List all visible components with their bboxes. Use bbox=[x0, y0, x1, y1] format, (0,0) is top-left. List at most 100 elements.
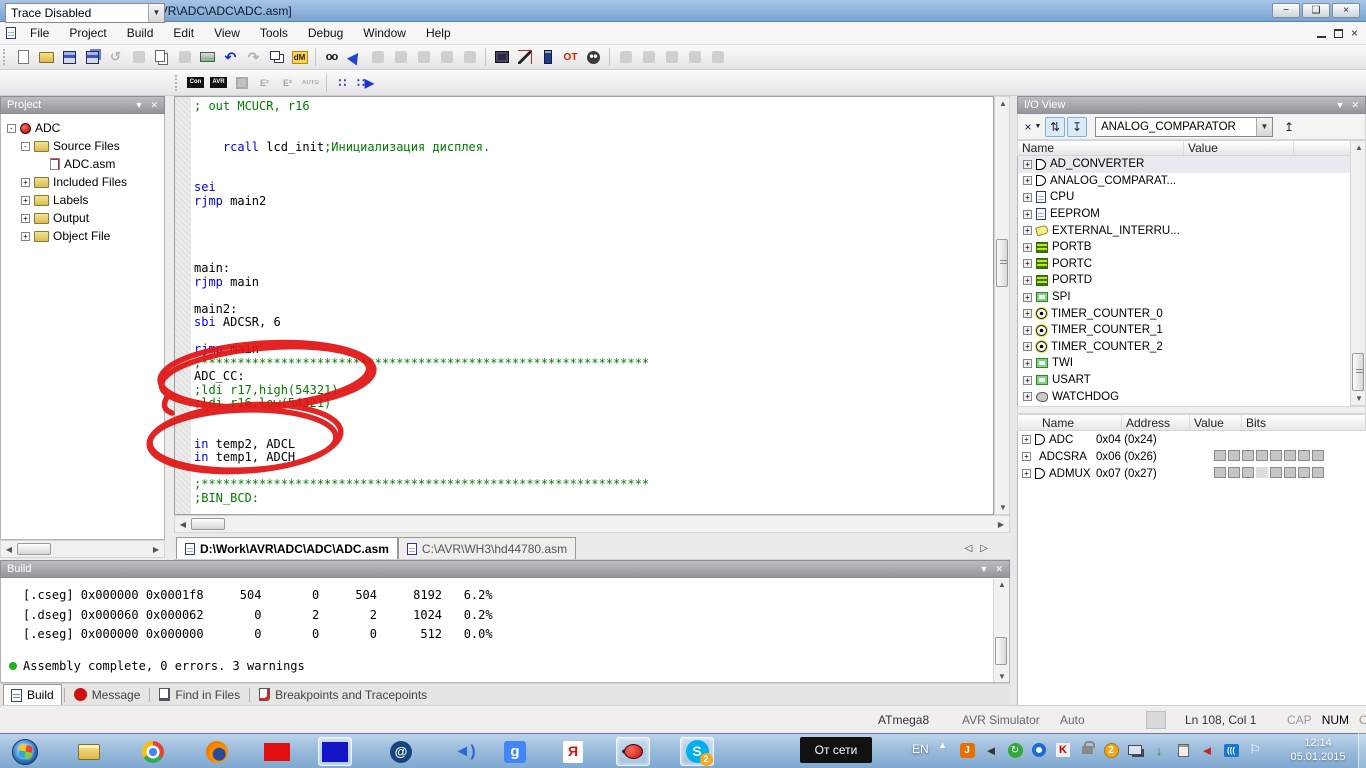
tray-wireless-icon[interactable]: ((( bbox=[1222, 741, 1240, 759]
tray-emsisoft-icon[interactable] bbox=[1030, 741, 1048, 759]
bit-checkbox[interactable] bbox=[1312, 467, 1324, 478]
con-button[interactable]: Con bbox=[184, 72, 207, 94]
open-button[interactable] bbox=[35, 46, 58, 68]
scroll-thumb[interactable] bbox=[995, 637, 1007, 665]
column-bits[interactable]: Bits bbox=[1242, 415, 1362, 430]
taskbar-start-button[interactable] bbox=[8, 737, 42, 766]
expand-icon[interactable]: + bbox=[1023, 326, 1032, 335]
output-tab-breakpoints-and-tracepoints[interactable]: Breakpoints and Tracepoints bbox=[252, 685, 434, 704]
menu-build[interactable]: Build bbox=[117, 23, 164, 43]
menu-file[interactable]: File bbox=[20, 23, 59, 43]
project-tree-item-output[interactable]: +Output bbox=[1, 209, 164, 227]
io-toggle-sort-button[interactable]: ⇅ bbox=[1045, 117, 1065, 137]
mdi-minimize-icon[interactable] bbox=[1317, 29, 1326, 38]
scroll-down-icon[interactable]: ▼ bbox=[994, 672, 1010, 681]
tray-kaspersky-icon[interactable]: K bbox=[1054, 741, 1072, 759]
tray-network-icon[interactable] bbox=[1126, 741, 1144, 759]
build-output[interactable]: [.cseg] 0x000000 0x0001f8 504 0 504 8192… bbox=[0, 578, 1010, 683]
scroll-up-icon[interactable]: ▲ bbox=[994, 580, 1010, 589]
tray-update-icon[interactable]: ↓ bbox=[1150, 741, 1168, 759]
column-address[interactable]: Address bbox=[1122, 415, 1190, 430]
io-tree-item-portb[interactable]: +PORTB bbox=[1018, 239, 1350, 256]
menu-window[interactable]: Window bbox=[353, 23, 416, 43]
bit-checkbox[interactable] bbox=[1256, 467, 1268, 478]
build-vscrollbar[interactable]: ▲ ▼ bbox=[993, 579, 1009, 682]
expand-icon[interactable]: + bbox=[1023, 342, 1032, 351]
panel-splitter[interactable] bbox=[1010, 96, 1017, 705]
menu-view[interactable]: View bbox=[204, 23, 250, 43]
bit-checkbox[interactable] bbox=[1228, 467, 1240, 478]
panel-menu-icon[interactable]: ▼ bbox=[980, 564, 989, 574]
language-indicator[interactable]: EN bbox=[912, 742, 929, 756]
taskbar-volume-button[interactable]: ◄) bbox=[448, 737, 482, 766]
new-button[interactable] bbox=[12, 46, 35, 68]
grid1-button[interactable]: ∷ bbox=[331, 72, 354, 94]
avr-button[interactable]: AVR bbox=[207, 72, 230, 94]
show-desktop-button[interactable] bbox=[1358, 733, 1366, 768]
project-hscrollbar[interactable]: ◀ ▶ bbox=[0, 540, 165, 558]
expand-icon[interactable]: + bbox=[21, 196, 30, 205]
expand-icon[interactable]: + bbox=[1023, 359, 1032, 368]
tab-scroll-arrows[interactable]: ◁▷ bbox=[965, 543, 996, 554]
io-splitter[interactable] bbox=[1017, 406, 1366, 414]
panel-menu-icon[interactable]: ▼ bbox=[135, 100, 144, 110]
scroll-up-icon[interactable]: ▲ bbox=[1351, 143, 1366, 152]
column-name[interactable]: Name bbox=[1018, 141, 1184, 155]
panel-close-icon[interactable]: ✕ bbox=[1351, 100, 1359, 111]
bit-checkbox[interactable] bbox=[1298, 450, 1310, 461]
taskbar-chrome-button[interactable] bbox=[136, 737, 170, 766]
minimize-button[interactable]: − bbox=[1272, 3, 1300, 18]
grid2-button[interactable]: ∷▶ bbox=[354, 72, 377, 94]
io-tree-item-portc[interactable]: +PORTC bbox=[1018, 256, 1350, 273]
column-name[interactable]: Name bbox=[1018, 415, 1122, 430]
collapse-icon[interactable]: - bbox=[21, 142, 30, 151]
tray-sync-icon[interactable]: ↻ bbox=[1006, 741, 1024, 759]
scroll-right-icon[interactable]: ▶ bbox=[993, 520, 1009, 529]
expand-icon[interactable]: + bbox=[1023, 160, 1032, 169]
editor-hscrollbar[interactable]: ◀ ▶ bbox=[174, 515, 1010, 533]
taskbar-google-button[interactable]: g bbox=[498, 737, 532, 766]
scroll-thumb[interactable] bbox=[191, 518, 225, 530]
io-tree-item-timer-counter-2[interactable]: +TIMER_COUNTER_2 bbox=[1018, 339, 1350, 356]
toolbar-grip[interactable] bbox=[3, 49, 8, 65]
io-tree-item-twi[interactable]: +TWI bbox=[1018, 355, 1350, 372]
trace-combo-arrow-icon[interactable]: ▼ bbox=[148, 4, 164, 22]
expand-icon[interactable]: + bbox=[1023, 243, 1032, 252]
io-toggle-view-button[interactable]: ↧ bbox=[1067, 117, 1087, 137]
output-tab-find-in-files[interactable]: Find in Files bbox=[152, 685, 247, 704]
trace-combo[interactable]: Trace Disabled ▼ bbox=[5, 3, 165, 23]
register-row-adcsra[interactable]: +ADCSRA0x06 (0x26) bbox=[1018, 448, 1366, 465]
scroll-left-icon[interactable]: ◀ bbox=[175, 520, 191, 529]
taskbar-clock[interactable]: 12:14 05.01.2015 bbox=[1282, 736, 1354, 764]
io-tree-item-cpu[interactable]: +CPU bbox=[1018, 189, 1350, 206]
expand-icon[interactable]: + bbox=[1023, 392, 1032, 401]
qt-button[interactable]: OT bbox=[559, 46, 582, 68]
register-row-admux[interactable]: +ADMUX0x07 (0x27) bbox=[1018, 465, 1366, 482]
probe-button[interactable] bbox=[513, 46, 536, 68]
taskbar-explorer-button[interactable] bbox=[72, 737, 106, 766]
code-editor[interactable]: ; out MCUCR, r16 rcall lcd_init;Инициали… bbox=[174, 96, 994, 515]
collapse-icon[interactable]: - bbox=[7, 124, 16, 133]
tray-audio-icon[interactable]: ◄ bbox=[1198, 741, 1216, 759]
tray-webmoney-icon[interactable]: 2 bbox=[1102, 741, 1120, 759]
taskbar-skype-button[interactable]: S2 bbox=[680, 737, 714, 766]
expand-icon[interactable]: + bbox=[21, 232, 30, 241]
scroll-thumb[interactable] bbox=[1352, 353, 1364, 391]
bit-checkbox[interactable] bbox=[1228, 450, 1240, 461]
mdi-close-icon[interactable]: × bbox=[1351, 26, 1358, 40]
taskbar-firefox-button[interactable] bbox=[200, 737, 234, 766]
bit-checkbox[interactable] bbox=[1312, 450, 1324, 461]
expand-icon[interactable]: + bbox=[1023, 309, 1032, 318]
io-clear-button[interactable]: ×▼ bbox=[1023, 117, 1043, 137]
expand-icon[interactable]: + bbox=[1023, 176, 1032, 185]
editor-tab[interactable]: C:\AVR\WH3\hd44780.asm bbox=[398, 537, 576, 559]
cascade-button[interactable] bbox=[265, 46, 288, 68]
tray-java-icon[interactable]: J bbox=[958, 741, 976, 759]
copy-button[interactable] bbox=[150, 46, 173, 68]
avrchip-button[interactable] bbox=[490, 46, 513, 68]
tray-expand-icon[interactable]: ▲ bbox=[938, 740, 947, 750]
io-combo-arrow-icon[interactable]: ▼ bbox=[1256, 118, 1272, 136]
expand-icon[interactable]: + bbox=[1023, 259, 1032, 268]
menu-debug[interactable]: Debug bbox=[298, 23, 353, 43]
io-tree-item-external-interru-[interactable]: +EXTERNAL_INTERRU... bbox=[1018, 222, 1350, 239]
